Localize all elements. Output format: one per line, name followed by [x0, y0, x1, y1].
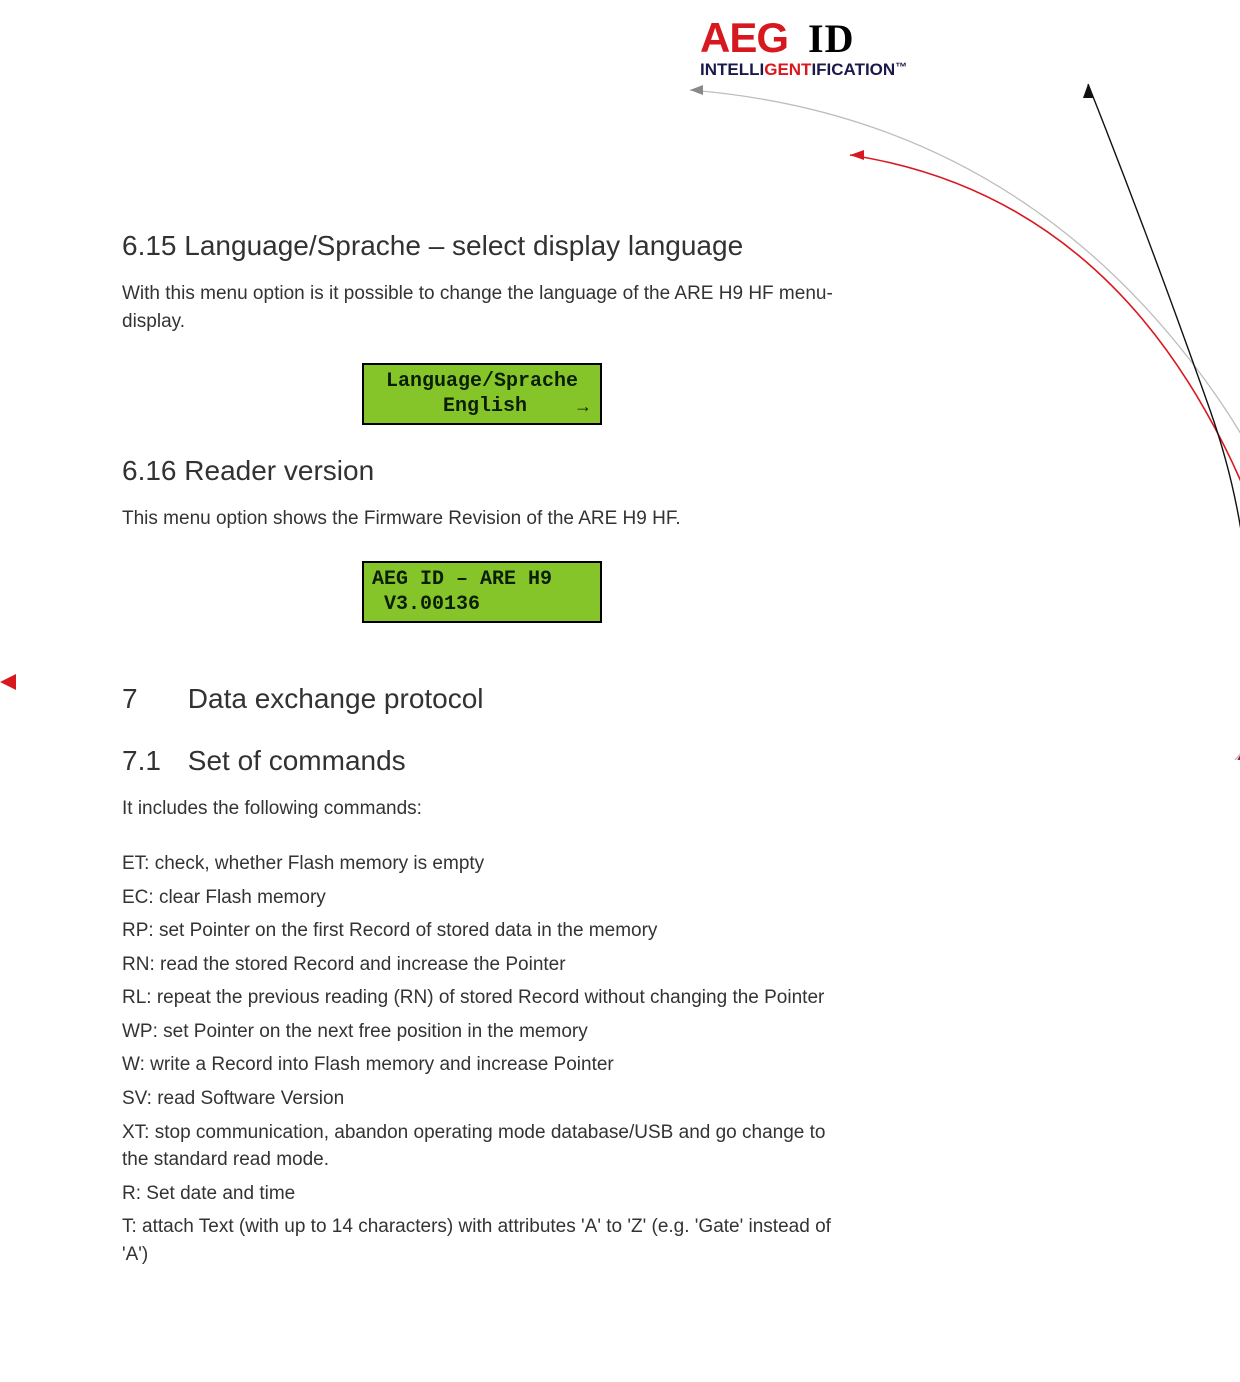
lcd-language-value: English: [443, 394, 527, 419]
para-6-16: This menu option shows the Firmware Revi…: [122, 505, 842, 533]
arrow-right-icon: →: [574, 395, 592, 418]
command-line: RP: set Pointer on the first Record of s…: [122, 917, 842, 945]
command-line: XT: stop communication, abandon operatin…: [122, 1119, 842, 1174]
tagline-tm: ™: [895, 60, 907, 74]
logo-id-text: ID: [808, 15, 854, 62]
heading-7-num: 7: [122, 683, 180, 715]
heading-6-15: 6.15 Language/Sprache – select display l…: [122, 230, 842, 262]
lcd-version-line1: AEG ID – ARE H9: [372, 567, 592, 592]
command-line: RN: read the stored Record and increase …: [122, 951, 842, 979]
heading-7-1: 7.1 Set of commands: [122, 745, 842, 777]
heading-7-1-title: Set of commands: [188, 745, 406, 776]
command-list: ET: check, whether Flash memory is empty…: [122, 850, 842, 1268]
lcd-language-line1: Language/Sprache: [372, 369, 592, 394]
document-content: 6.15 Language/Sprache – select display l…: [122, 230, 842, 1274]
command-line: ET: check, whether Flash memory is empty: [122, 850, 842, 878]
command-line: W: write a Record into Flash memory and …: [122, 1051, 842, 1079]
tagline-pre: INTELLI: [700, 60, 764, 79]
command-line: T: attach Text (with up to 14 characters…: [122, 1213, 842, 1268]
heading-7-1-num: 7.1: [122, 745, 180, 777]
heading-6-16: 6.16 Reader version: [122, 455, 842, 487]
logo-aeg-text: AEG: [700, 14, 788, 62]
para-6-15: With this menu option is it possible to …: [122, 280, 842, 335]
tagline-post: IFICATION: [811, 60, 895, 79]
page: AEG ID INTELLIGENTIFICATION™ 6.15 Langua…: [0, 0, 1240, 1382]
command-line: SV: read Software Version: [122, 1085, 842, 1113]
command-line: WP: set Pointer on the next free positio…: [122, 1018, 842, 1046]
command-line: RL: repeat the previous reading (RN) of …: [122, 984, 842, 1012]
tagline-mid: GENT: [764, 60, 811, 79]
logo-tagline: INTELLIGENTIFICATION™: [700, 60, 960, 80]
left-arrow-decor: [0, 662, 40, 702]
para-7-1-intro: It includes the following commands:: [122, 795, 842, 823]
lcd-language-line2: xx English →: [372, 394, 592, 419]
command-line: R: Set date and time: [122, 1180, 842, 1208]
heading-7: 7 Data exchange protocol: [122, 683, 842, 715]
lcd-language: Language/Sprache xx English →: [362, 363, 602, 425]
brand-logo: AEG ID INTELLIGENTIFICATION™: [700, 14, 960, 80]
lcd-version-line2: V3.00136: [372, 592, 592, 617]
lcd-version: AEG ID – ARE H9 V3.00136: [362, 561, 602, 623]
heading-7-title: Data exchange protocol: [188, 683, 484, 714]
command-line: EC: clear Flash memory: [122, 884, 842, 912]
